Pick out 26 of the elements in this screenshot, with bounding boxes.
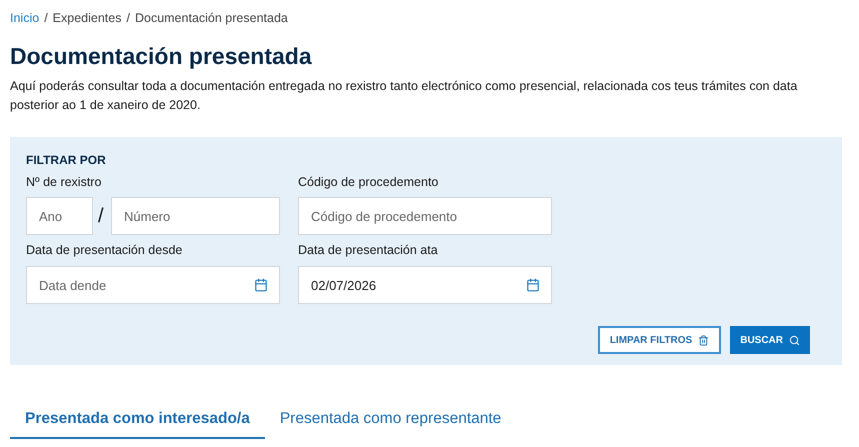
page-description: Aquí poderás consultar toda a documentación entregada no rexistro tanto electrónico como presencial, relacionada cos teus trámites con data posterior ao 1 de xaneiro de 2020.: [9, 78, 798, 114]
calendar-icon[interactable]: [254, 278, 268, 292]
tab[interactable]: Presentada como representante: [264, 400, 516, 438]
field-label: Data de presentación ata: [298, 242, 439, 260]
filter-heading: FILTRAR POR: [26, 152, 107, 168]
trash-icon: [698, 334, 710, 346]
search-button[interactable]: BUSCAR: [730, 326, 810, 354]
breadcrumb-separator: /: [126, 10, 130, 27]
tab[interactable]: Presentada como interesado/a: [10, 400, 265, 438]
slash-separator: /: [98, 204, 105, 230]
field-label: Código de procedemento: [298, 174, 440, 191]
breadcrumb-item: Expedientes: [52, 10, 122, 27]
search-icon: [789, 334, 800, 346]
breadcrumb-link[interactable]: Inicio: [10, 9, 40, 28]
number-field[interactable]: Número: [111, 197, 280, 236]
field-label: Nº de rexistro: [26, 174, 102, 190]
breadcrumb-item: Documentación presentada: [134, 10, 288, 27]
date-field[interactable]: 02/07/2026: [298, 266, 552, 304]
calendar-icon[interactable]: [526, 278, 540, 292]
field-label: Data de presentación desde: [26, 242, 184, 260]
clear-filters-button[interactable]: LIMPAR FILTROS: [598, 326, 722, 354]
breadcrumb-separator: /: [44, 10, 48, 27]
page-title: Documentación presentada: [9, 42, 313, 70]
procedure-field[interactable]: Código de procedemento: [298, 197, 552, 236]
date-field[interactable]: Data dende: [26, 266, 280, 304]
year-field[interactable]: Ano: [26, 197, 93, 236]
